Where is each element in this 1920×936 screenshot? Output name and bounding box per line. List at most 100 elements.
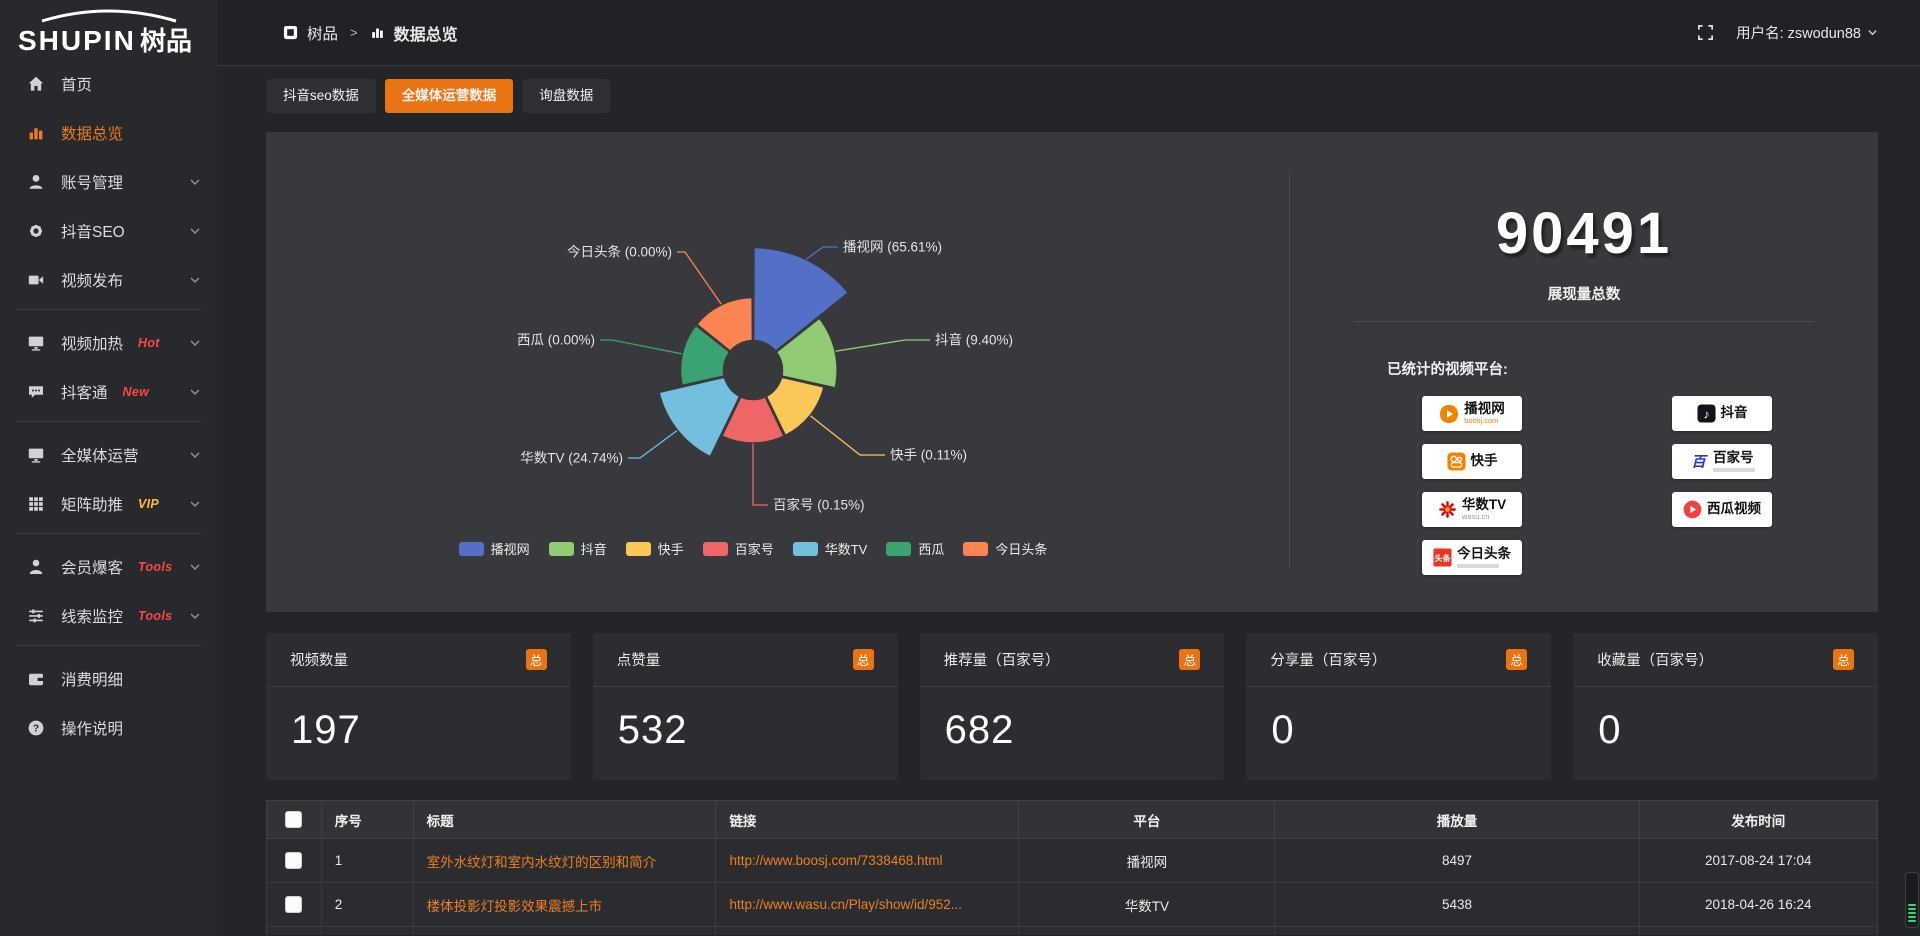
legend-label: 抖音 <box>581 539 607 558</box>
legend-swatch <box>886 542 911 556</box>
cell-title[interactable]: 楼体投影灯投影效果震撼上市 <box>413 883 716 927</box>
stat-card-value: 682 <box>920 687 1225 753</box>
sidebar-item-账号管理[interactable]: 账号管理 <box>0 162 217 202</box>
platform-badge-subtext-bar <box>1713 468 1755 472</box>
sidebar-item-线索监控[interactable]: 线索监控Tools <box>0 596 217 636</box>
video-icon <box>27 271 45 289</box>
platform-badge-name: 快手 <box>1471 454 1498 468</box>
svg-text:树品: 树品 <box>140 26 192 56</box>
total-badge[interactable]: 总 <box>526 649 547 670</box>
table-row: 2楼体投影灯投影效果震撼上市http://www.wasu.cn/Play/sh… <box>267 883 1878 927</box>
tab-全媒体运营数据[interactable]: 全媒体运营数据 <box>385 79 514 113</box>
stat-card-title: 推荐量（百家号） <box>944 649 1060 670</box>
legend-label: 华数TV <box>825 539 868 558</box>
impressions-total-label: 展现量总数 <box>1290 283 1878 304</box>
row-checkbox[interactable] <box>285 896 302 913</box>
wasu-logo-icon <box>1438 500 1457 519</box>
sidebar-item-首页[interactable]: 首页 <box>0 64 217 104</box>
platform-badges-right: ♪抖音百百家号西瓜视频 <box>1672 396 1772 575</box>
chevron-down-icon <box>189 449 201 461</box>
pie-label-line <box>628 431 677 459</box>
breadcrumb-separator: > <box>350 25 358 40</box>
select-all-checkbox[interactable] <box>285 811 302 828</box>
sidebar-item-label: 账号管理 <box>61 171 123 193</box>
sidebar-divider <box>16 309 201 310</box>
legend-item-今日头条[interactable]: 今日头条 <box>963 539 1047 558</box>
cell-no: 1 <box>321 839 413 883</box>
breadcrumb-app[interactable]: 树品 <box>307 22 338 44</box>
chevron-down-icon <box>189 176 201 188</box>
stat-card-value: 532 <box>593 687 898 753</box>
sidebar-item-tag: VIP <box>138 497 159 511</box>
stat-card-value: 197 <box>266 687 571 753</box>
legend-item-播视网[interactable]: 播视网 <box>459 539 530 558</box>
legend-swatch <box>703 542 728 556</box>
toutiao-logo-icon: 头条 <box>1433 548 1452 567</box>
platform-badge-name: 华数TV <box>1462 498 1506 512</box>
cell-time: 2017-08-24 17:04 <box>1639 839 1877 883</box>
pie-label-line <box>677 252 721 304</box>
pie-label-line <box>806 247 838 259</box>
legend-label: 今日头条 <box>995 539 1047 558</box>
user-menu[interactable]: 用户名: zswodun88 <box>1736 22 1878 43</box>
column-header-序号: 序号 <box>321 801 413 839</box>
table-header-row: 序号标题链接平台播放量发布时间 <box>267 801 1878 839</box>
pie-label-百家号: 百家号 (0.15%) <box>773 497 865 513</box>
fullscreen-icon[interactable] <box>1697 24 1714 41</box>
gear-icon <box>27 222 45 240</box>
pie-label-华数TV: 华数TV (24.74%) <box>520 451 623 466</box>
tab-询盘数据[interactable]: 询盘数据 <box>522 79 610 113</box>
scroll-widget[interactable] <box>1905 872 1919 928</box>
topbar: 树品 > 数据总览 用户名: zswodun88 <box>217 0 1920 66</box>
stat-card-value: 0 <box>1573 687 1878 753</box>
sidebar-item-视频发布[interactable]: 视频发布 <box>0 260 217 300</box>
row-checkbox[interactable] <box>285 852 302 869</box>
stat-card-title: 点赞量 <box>617 649 661 670</box>
stat-card-title: 视频数量 <box>290 649 348 670</box>
sidebar-item-label: 操作说明 <box>61 717 123 739</box>
sidebar-item-视频加热[interactable]: 视频加热Hot <box>0 323 217 363</box>
sidebar-item-全媒体运营[interactable]: 全媒体运营 <box>0 435 217 475</box>
platform-badges: 播视网boosj.com快手华数TVwasu.cn头条今日头条♪抖音百百家号西瓜… <box>1290 396 1878 575</box>
sidebar-item-抖音SEO[interactable]: 抖音SEO <box>0 211 217 251</box>
legend-swatch <box>549 542 574 556</box>
legend-item-华数TV[interactable]: 华数TV <box>793 539 868 558</box>
svg-text:百: 百 <box>1691 455 1708 471</box>
cell-link[interactable]: http://www.boosj.com/7338468.html <box>716 839 1019 883</box>
svg-text:♪: ♪ <box>1703 407 1709 421</box>
breadcrumb: 树品 > 数据总览 <box>283 21 458 45</box>
breadcrumb-page: 数据总览 <box>394 21 458 45</box>
platform-badge-抖音: ♪抖音 <box>1672 396 1772 431</box>
sidebar-item-操作说明[interactable]: ?操作说明 <box>0 708 217 748</box>
sidebar-item-数据总览[interactable]: 数据总览 <box>0 113 217 153</box>
kuaishou-logo-icon <box>1447 452 1466 471</box>
total-badge[interactable]: 总 <box>1833 649 1854 670</box>
sidebar-item-label: 消费明细 <box>61 668 123 690</box>
pie-label-line <box>836 340 931 351</box>
sidebar-item-矩阵助推[interactable]: 矩阵助推VIP <box>0 484 217 524</box>
legend-label: 播视网 <box>491 539 530 558</box>
stat-card-value: 0 <box>1246 687 1551 753</box>
sidebar-item-抖客通[interactable]: 抖客通New <box>0 372 217 412</box>
total-badge[interactable]: 总 <box>1179 649 1200 670</box>
cell-link[interactable]: http://www.wasu.cn/Play/show/id/952... <box>716 883 1019 927</box>
column-header-链接: 链接 <box>716 801 1019 839</box>
legend-swatch <box>626 542 651 556</box>
legend-item-抖音[interactable]: 抖音 <box>549 539 607 558</box>
legend-item-百家号[interactable]: 百家号 <box>703 539 774 558</box>
tab-抖音seo数据[interactable]: 抖音seo数据 <box>266 79 376 113</box>
total-badge[interactable]: 总 <box>853 649 874 670</box>
legend-item-西瓜[interactable]: 西瓜 <box>886 539 944 558</box>
legend-item-快手[interactable]: 快手 <box>626 539 684 558</box>
app-logo[interactable]: SHUPIN 树品 <box>0 0 217 56</box>
legend-swatch <box>963 542 988 556</box>
total-badge[interactable]: 总 <box>1506 649 1527 670</box>
cell-title[interactable]: 室外水纹灯和室内水纹灯的区别和简介 <box>413 839 716 883</box>
pie-slice-华数TV[interactable] <box>659 377 741 458</box>
sidebar-item-消费明细[interactable]: 消费明细 <box>0 659 217 699</box>
sliders-icon <box>27 607 45 625</box>
sidebar-item-会员爆客[interactable]: 会员爆客Tools <box>0 547 217 587</box>
cell-time: 2018-04-26 16:24 <box>1639 883 1877 927</box>
platform-badge-西瓜视频: 西瓜视频 <box>1672 492 1772 527</box>
chart-panel: 播视网 (65.61%)抖音 (9.40%)快手 (0.11%)百家号 (0.1… <box>266 132 1878 612</box>
